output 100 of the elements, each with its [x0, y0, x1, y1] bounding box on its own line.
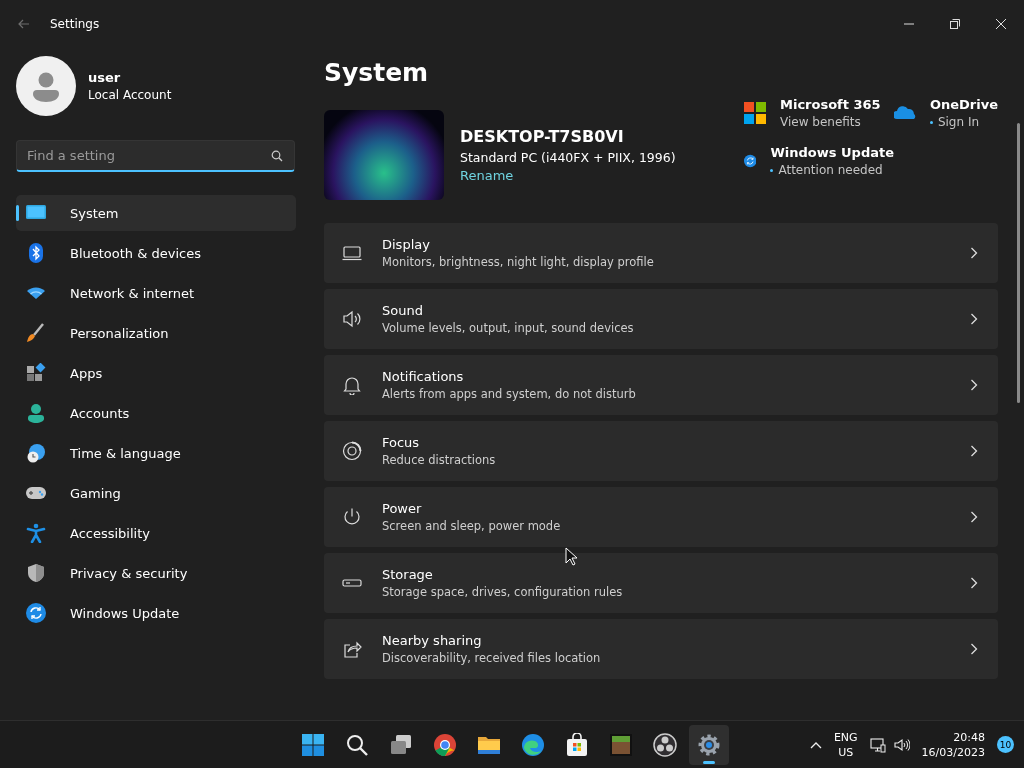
- nav-item[interactable]: Time & language: [16, 435, 296, 471]
- device-model: Standard PC (i440FX + PIIX, 1996): [460, 149, 677, 165]
- setting-description: Volume levels, output, input, sound devices: [382, 321, 635, 335]
- nav-label: Windows Update: [70, 605, 180, 621]
- close-icon[interactable]: [996, 19, 1006, 29]
- record-circle-icon: [653, 732, 677, 757]
- window-title: Settings: [50, 17, 100, 31]
- setting-title: Display: [382, 237, 431, 252]
- setting-title: Focus: [382, 435, 421, 450]
- grass-block-icon: [609, 732, 633, 757]
- setting-description: Discoverability, received files location: [382, 651, 602, 665]
- accessibility-icon: [26, 523, 46, 543]
- setting-title: Power: [382, 501, 423, 516]
- nav-label: Apps: [70, 365, 103, 381]
- paintbrush-icon: [26, 323, 46, 343]
- scrollbar-thumb[interactable]: [1017, 123, 1020, 403]
- globe-clock-icon: [26, 443, 46, 463]
- bell-icon: [342, 375, 362, 395]
- setting-description: Screen and sleep, power mode: [382, 519, 562, 533]
- settings-card[interactable]: Focus Reduce distractions: [324, 421, 998, 481]
- focus-icon: [342, 441, 362, 461]
- service-status: Attention needed: [778, 163, 883, 177]
- settings-card[interactable]: Notifications Alerts from apps and system, do not disturb: [324, 355, 998, 415]
- page-title: System: [324, 58, 430, 87]
- setting-title: Sound: [382, 303, 424, 318]
- back-arrow-icon[interactable]: [18, 18, 30, 30]
- search-icon: [345, 732, 369, 757]
- setting-description: Monitors, brightness, night light, display profile: [382, 255, 655, 269]
- share-icon: [342, 639, 362, 659]
- nav-item[interactable]: Gaming: [16, 475, 296, 511]
- maximize-icon[interactable]: [950, 19, 960, 29]
- search-icon[interactable]: [271, 150, 283, 162]
- person-icon: [26, 403, 46, 423]
- settings-card[interactable]: Storage Storage space, drives, configuration rules: [324, 553, 998, 613]
- nav-item[interactable]: Accounts: [16, 395, 296, 431]
- nav-label: Accessibility: [70, 525, 150, 541]
- browser-wave-icon: [521, 732, 545, 757]
- nav-item[interactable]: Personalization: [16, 315, 296, 351]
- rename-link[interactable]: Rename: [460, 167, 514, 183]
- service-title[interactable]: Microsoft 365: [780, 97, 881, 112]
- avatar-icon: [16, 56, 76, 116]
- nav-item[interactable]: Bluetooth & devices: [16, 235, 296, 271]
- clock[interactable]: 20:48 16/03/2023: [921, 729, 985, 760]
- speaker-icon: [342, 309, 362, 329]
- search-field[interactable]: Find a setting: [16, 140, 295, 172]
- bluetooth-icon: [26, 243, 46, 263]
- chevron-right-icon: [970, 445, 978, 457]
- service-title[interactable]: Windows Update: [770, 145, 894, 160]
- shield-icon: [26, 563, 46, 583]
- speaker-icon[interactable]: [893, 736, 910, 753]
- chevron-right-icon: [970, 379, 978, 391]
- laptop-icon: [342, 243, 362, 263]
- four-squares-logo-icon[interactable]: [744, 102, 766, 124]
- taskbar-app-button[interactable]: [689, 724, 729, 765]
- setting-title: Notifications: [382, 369, 465, 384]
- settings-card[interactable]: Sound Volume levels, output, input, sound devices: [324, 289, 998, 349]
- sync-arrows-icon: [26, 603, 46, 623]
- chevron-right-icon: [970, 577, 978, 589]
- input-language-indicator[interactable]: ENG US: [833, 729, 858, 760]
- service-status: Sign In: [937, 115, 980, 129]
- nav-label: Bluetooth & devices: [70, 245, 201, 261]
- nav-label: Accounts: [70, 405, 130, 421]
- setting-title: Storage: [382, 567, 434, 582]
- nav-label: Personalization: [70, 325, 169, 341]
- nav-label: System: [70, 205, 119, 221]
- setting-description: Storage space, drives, configuration rules: [382, 585, 624, 599]
- chevron-right-icon: [970, 643, 978, 655]
- account-type: Local Account: [88, 88, 172, 102]
- service-title[interactable]: OneDrive: [929, 97, 998, 112]
- nav-item[interactable]: Network & internet: [16, 275, 296, 311]
- settings-card[interactable]: Power Screen and sleep, power mode: [324, 487, 998, 547]
- device-name: DESKTOP-T7SB0VI: [460, 126, 625, 146]
- start-icon: [301, 732, 325, 757]
- settings-card[interactable]: Nearby sharing Discoverability, received files location: [324, 619, 998, 679]
- chevron-up-icon[interactable]: [809, 740, 822, 749]
- nav-item[interactable]: Accessibility: [16, 515, 296, 551]
- settings-icon: [697, 732, 721, 757]
- nav-label: Network & internet: [70, 285, 195, 301]
- chevron-right-icon: [970, 511, 978, 523]
- browser-icon: [433, 732, 457, 757]
- nav-item[interactable]: Apps: [16, 355, 296, 391]
- network-monitor-icon[interactable]: [869, 736, 886, 753]
- nav-item[interactable]: System: [16, 195, 296, 231]
- settings-card[interactable]: Display Monitors, brightness, night light, display profile: [324, 223, 998, 283]
- user-name: user: [88, 70, 122, 85]
- nav-label: Time & language: [70, 445, 181, 461]
- notification-badge[interactable]: 10: [997, 736, 1014, 753]
- nav-label: Gaming: [70, 485, 121, 501]
- mouse-pointer-icon: [565, 547, 577, 566]
- setting-description: Reduce distractions: [382, 453, 497, 467]
- task-view-icon: [389, 732, 413, 757]
- setting-title: Nearby sharing: [382, 633, 483, 648]
- nav-label: Privacy & security: [70, 565, 188, 581]
- service-status: View benefits: [780, 115, 861, 129]
- power-icon: [342, 507, 362, 527]
- nav-item[interactable]: Privacy & security: [16, 555, 296, 591]
- nav-item[interactable]: Windows Update: [16, 595, 296, 631]
- apps-grid-icon: [26, 363, 46, 383]
- chevron-right-icon: [970, 313, 978, 325]
- setting-description: Alerts from apps and system, do not disturb: [382, 387, 637, 401]
